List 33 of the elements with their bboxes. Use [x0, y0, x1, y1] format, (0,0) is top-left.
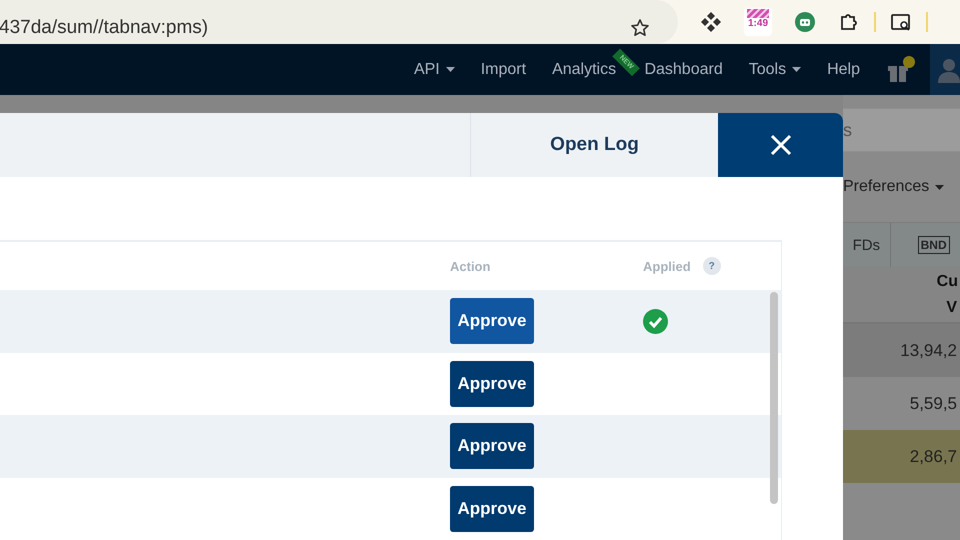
diamond-extension-icon[interactable]	[700, 11, 722, 33]
nav-link[interactable]: Tools	[748, 60, 802, 78]
bookmark-star-icon[interactable]	[630, 18, 650, 38]
caret-icon	[446, 67, 455, 72]
approve-button[interactable]: Approve	[450, 423, 534, 470]
search-tab-icon[interactable]	[890, 11, 912, 33]
caret-icon	[792, 67, 802, 72]
column-header: Action	[450, 258, 492, 274]
robot-extension-icon[interactable]	[794, 11, 816, 33]
nav-link[interactable]: Help	[827, 60, 860, 78]
caret-icon	[935, 184, 944, 190]
column-header: Applied	[643, 258, 691, 274]
timer-extension-icon[interactable]: 1:49	[744, 8, 772, 36]
column-header: V	[946, 298, 957, 318]
approve-button[interactable]: Approve	[450, 486, 534, 532]
nav-link[interactable]: Import	[480, 60, 526, 78]
column-header: Cu	[936, 272, 958, 292]
table-cell: 2,86,7	[910, 446, 957, 466]
puzzle-extensions-icon[interactable]	[838, 11, 860, 33]
table-cell: 5,59,5	[910, 394, 957, 414]
gift-icon[interactable]	[886, 56, 916, 84]
user-icon	[938, 56, 960, 82]
nav-link[interactable]: Dashboard	[644, 60, 723, 78]
menu-link[interactable]: Preferences	[843, 178, 944, 196]
close-button[interactable]	[718, 113, 843, 177]
approve-button[interactable]: Approve	[450, 298, 534, 344]
nav-link[interactable]: API	[414, 60, 455, 78]
scrollbar[interactable]	[770, 292, 778, 504]
open-log-tab[interactable]: Open Log	[470, 113, 718, 177]
table-cell: 13,94,2	[900, 340, 957, 360]
close-icon	[770, 134, 792, 156]
page-tab[interactable]: BND	[890, 223, 960, 267]
approve-button[interactable]: Approve	[450, 360, 534, 407]
